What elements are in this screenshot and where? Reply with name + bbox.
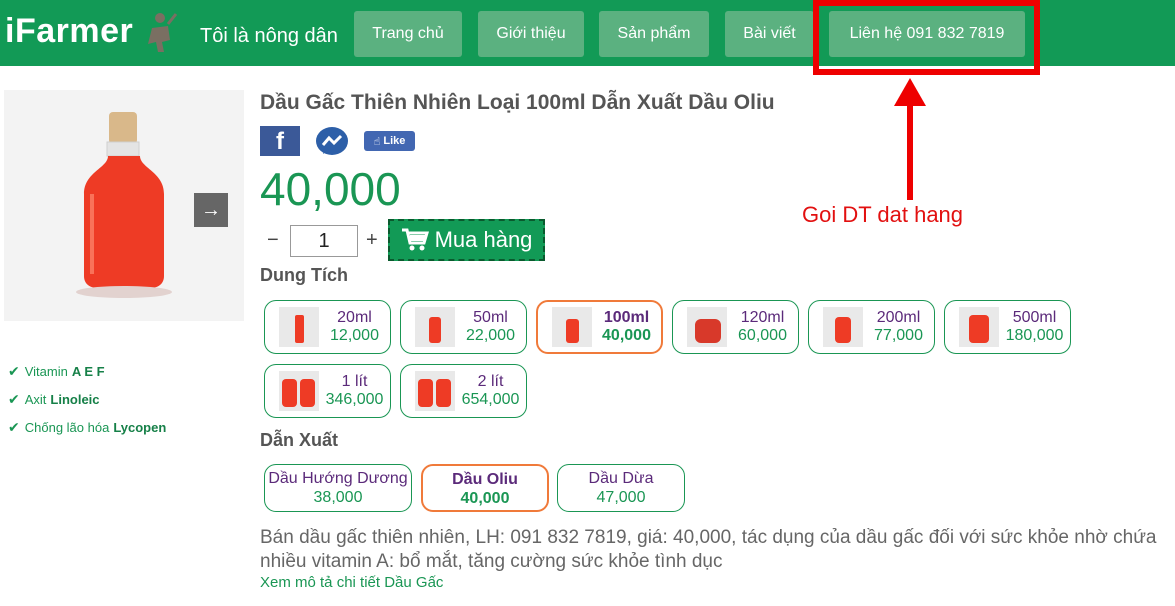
option-name: 20ml <box>337 309 372 326</box>
quantity-increase-button[interactable]: + <box>366 229 378 252</box>
product-thumbnail <box>687 307 727 347</box>
option-name: 2 lít <box>477 373 504 390</box>
feature-text: Chống lão hóa <box>24 419 110 435</box>
volume-option-200ml[interactable]: 200ml 77,000 <box>808 300 935 354</box>
feature-strong: A E F <box>71 363 105 379</box>
buy-label: Mua hàng <box>434 227 533 252</box>
facebook-like-button[interactable]: ☝ Like <box>364 131 415 151</box>
option-price: 654,000 <box>461 391 520 408</box>
site-logo[interactable]: iFarmer <box>5 12 133 51</box>
feature-list: ✔ Vitamin A E F ✔ Axit Linoleic ✔ Chống … <box>8 357 166 441</box>
volume-option-500ml[interactable]: 500ml 180,000 <box>944 300 1071 354</box>
more-details-link[interactable]: Xem mô tả chi tiết Dầu Gấc <box>260 574 443 591</box>
option-name: Dầu Dừa <box>588 470 654 487</box>
annotation-arrow-icon <box>894 78 926 200</box>
shopping-cart-icon <box>401 228 429 251</box>
nav-home-button[interactable]: Trang chủ <box>354 11 462 57</box>
farmer-logo-icon <box>148 13 178 52</box>
feature-strong: Linoleic <box>50 391 100 407</box>
volume-option-20ml[interactable]: 20ml 12,000 <box>264 300 391 354</box>
nav-articles-button[interactable]: Bài viết <box>725 11 814 57</box>
option-name: Dầu Hướng Dương <box>268 470 408 487</box>
option-price: 77,000 <box>874 327 923 344</box>
derivative-option-coconut[interactable]: Dầu Dừa 47,000 <box>557 464 685 512</box>
option-price: 47,000 <box>596 489 646 506</box>
option-name: 1 lít <box>341 373 368 390</box>
feature-strong: Lycopen <box>113 419 167 435</box>
option-price: 40,000 <box>460 490 510 507</box>
volume-option-120ml[interactable]: 120ml 60,000 <box>672 300 799 354</box>
like-label: Like <box>383 135 406 147</box>
option-name: 50ml <box>473 309 508 326</box>
check-icon: ✔ <box>8 418 20 435</box>
feature-item: ✔ Axit Linoleic <box>8 385 166 413</box>
derivative-option-sunflower[interactable]: Dầu Hướng Dương 38,000 <box>264 464 412 512</box>
product-price: 40,000 <box>260 163 401 215</box>
product-title: Dầu Gấc Thiên Nhiên Loại 100ml Dẫn Xuất … <box>260 91 775 114</box>
product-thumbnail <box>279 371 319 411</box>
option-name: 100ml <box>603 309 650 326</box>
option-price: 22,000 <box>466 327 515 344</box>
option-price: 12,000 <box>330 327 379 344</box>
derivative-option-olive[interactable]: Dầu Oliu 40,000 <box>421 464 549 512</box>
nav-about-button[interactable]: Giới thiệu <box>478 11 584 57</box>
product-description: Bán dầu gấc thiên nhiên, LH: 091 832 781… <box>260 527 1157 572</box>
product-thumbnail <box>552 307 592 347</box>
nav-products-button[interactable]: Sản phẩm <box>599 11 709 57</box>
volume-section-label: Dung Tích <box>260 265 348 285</box>
site-tagline: Tôi là nông dân <box>200 25 338 47</box>
check-icon: ✔ <box>8 362 20 379</box>
option-price: 346,000 <box>325 391 384 408</box>
quantity-decrease-button[interactable]: − <box>267 229 279 252</box>
facebook-share-icon[interactable]: f <box>260 126 300 156</box>
product-thumbnail <box>959 307 999 347</box>
option-name: 120ml <box>740 309 785 326</box>
feature-item: ✔ Chống lão hóa Lycopen <box>8 413 166 441</box>
product-thumbnail <box>415 307 455 347</box>
annotation-highlight-box <box>813 0 1040 75</box>
volume-option-1-lit[interactable]: 1 lít 346,000 <box>264 364 391 418</box>
option-price: 180,000 <box>1005 327 1064 344</box>
option-name: 500ml <box>1012 309 1057 326</box>
option-name: 200ml <box>876 309 921 326</box>
feature-text: Vitamin <box>24 363 68 379</box>
volume-option-2-lit[interactable]: 2 lít 654,000 <box>400 364 527 418</box>
volume-option-50ml[interactable]: 50ml 22,000 <box>400 300 527 354</box>
product-thumbnail <box>415 371 455 411</box>
messenger-icon[interactable] <box>315 126 349 158</box>
option-name: Dầu Oliu <box>452 471 518 488</box>
volume-option-100ml[interactable]: 100ml 40,000 <box>536 300 663 354</box>
option-price: 60,000 <box>738 327 787 344</box>
product-thumbnail <box>279 307 319 347</box>
option-price: 38,000 <box>313 489 363 506</box>
buy-button[interactable]: Mua hàng <box>388 219 545 261</box>
derivative-section-label: Dẫn Xuất <box>260 430 339 450</box>
annotation-label: Goi DT dat hang <box>802 202 964 227</box>
next-image-arrow-icon[interactable]: → <box>194 193 228 227</box>
quantity-input[interactable] <box>290 225 358 257</box>
product-thumbnail <box>823 307 863 347</box>
option-price: 40,000 <box>602 327 651 344</box>
thumbs-up-icon: ☝ <box>373 135 381 148</box>
feature-text: Axit <box>24 391 47 407</box>
feature-item: ✔ Vitamin A E F <box>8 357 166 385</box>
check-icon: ✔ <box>8 390 20 407</box>
